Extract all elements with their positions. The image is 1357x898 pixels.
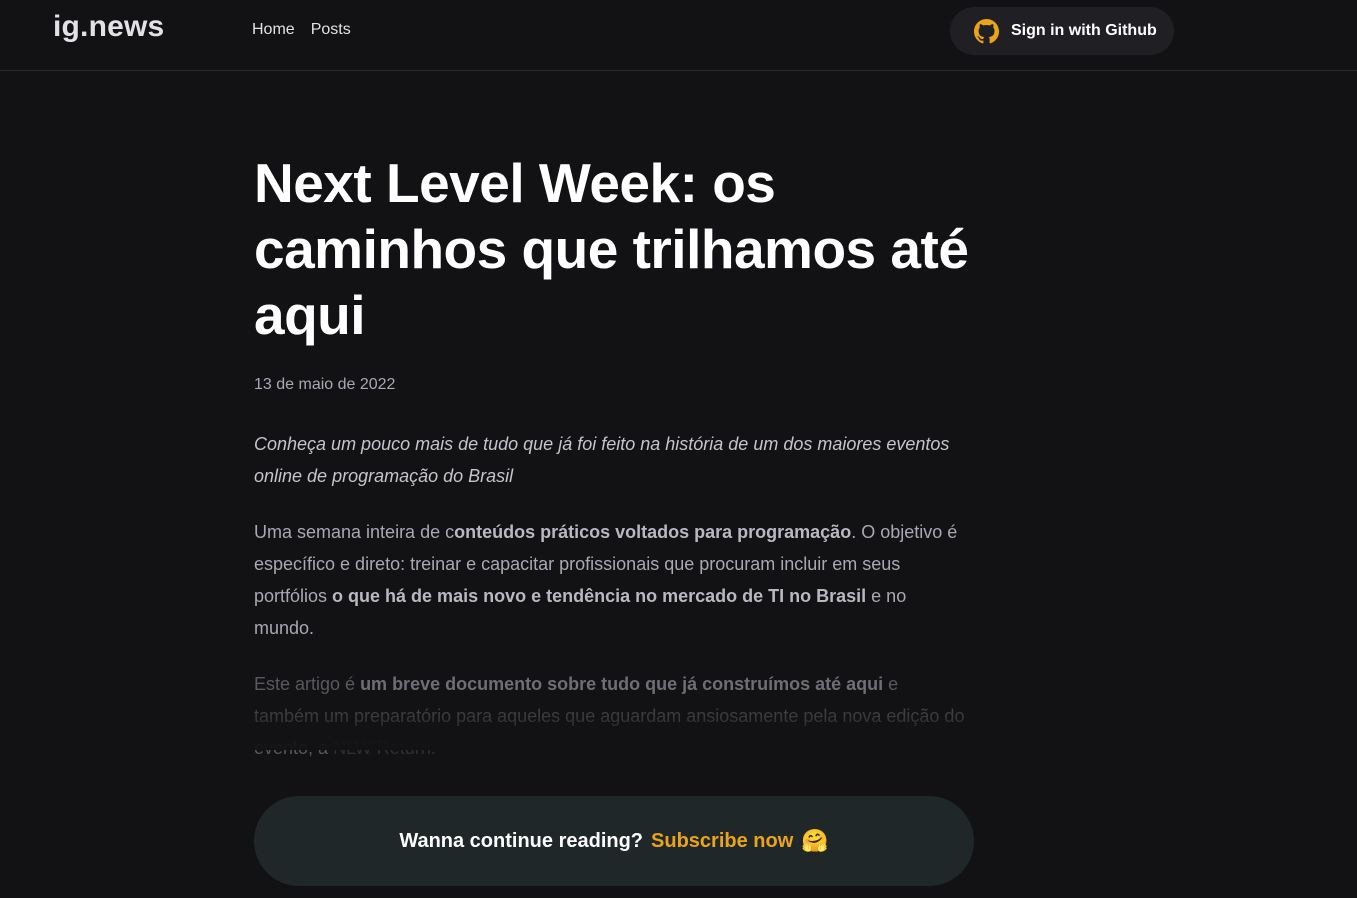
post-article: Next Level Week: os caminhos que trilham… (254, 150, 974, 764)
content-fade-overlay (240, 690, 1000, 750)
hugging-face-emoji: 🤗 (801, 828, 829, 853)
sign-in-label: Sign in with Github (1011, 22, 1157, 39)
post-paragraph-1: Uma semana inteira de conteúdos práticos… (254, 516, 966, 644)
post-lead: Conheça um pouco mais de tudo que já foi… (254, 434, 950, 486)
site-logo[interactable]: ig.news (53, 10, 164, 44)
main-nav: Home Posts (252, 20, 351, 40)
sign-in-github-button[interactable]: Sign in with Github (950, 7, 1174, 55)
bold-span: onteúdos práticos voltados para programa… (454, 522, 852, 542)
nav-posts-link[interactable]: Posts (311, 20, 351, 40)
continue-reading-question: Wanna continue reading? (399, 829, 644, 852)
site-header: ig.news Home Posts Sign in with Github (0, 0, 1357, 71)
subscribe-now-link[interactable]: Subscribe now (651, 830, 793, 853)
github-icon (974, 18, 999, 44)
nav-home-link[interactable]: Home (252, 20, 295, 40)
text-span: Uma semana inteira de c (254, 522, 455, 542)
post-title: Next Level Week: os caminhos que trilham… (254, 152, 969, 346)
post-date: 13 de maio de 2022 (254, 376, 396, 393)
continue-reading-banner: Wanna continue reading? Subscribe now 🤗 (254, 796, 974, 886)
bold-span: o que há de mais novo e tendência no mer… (332, 586, 867, 606)
